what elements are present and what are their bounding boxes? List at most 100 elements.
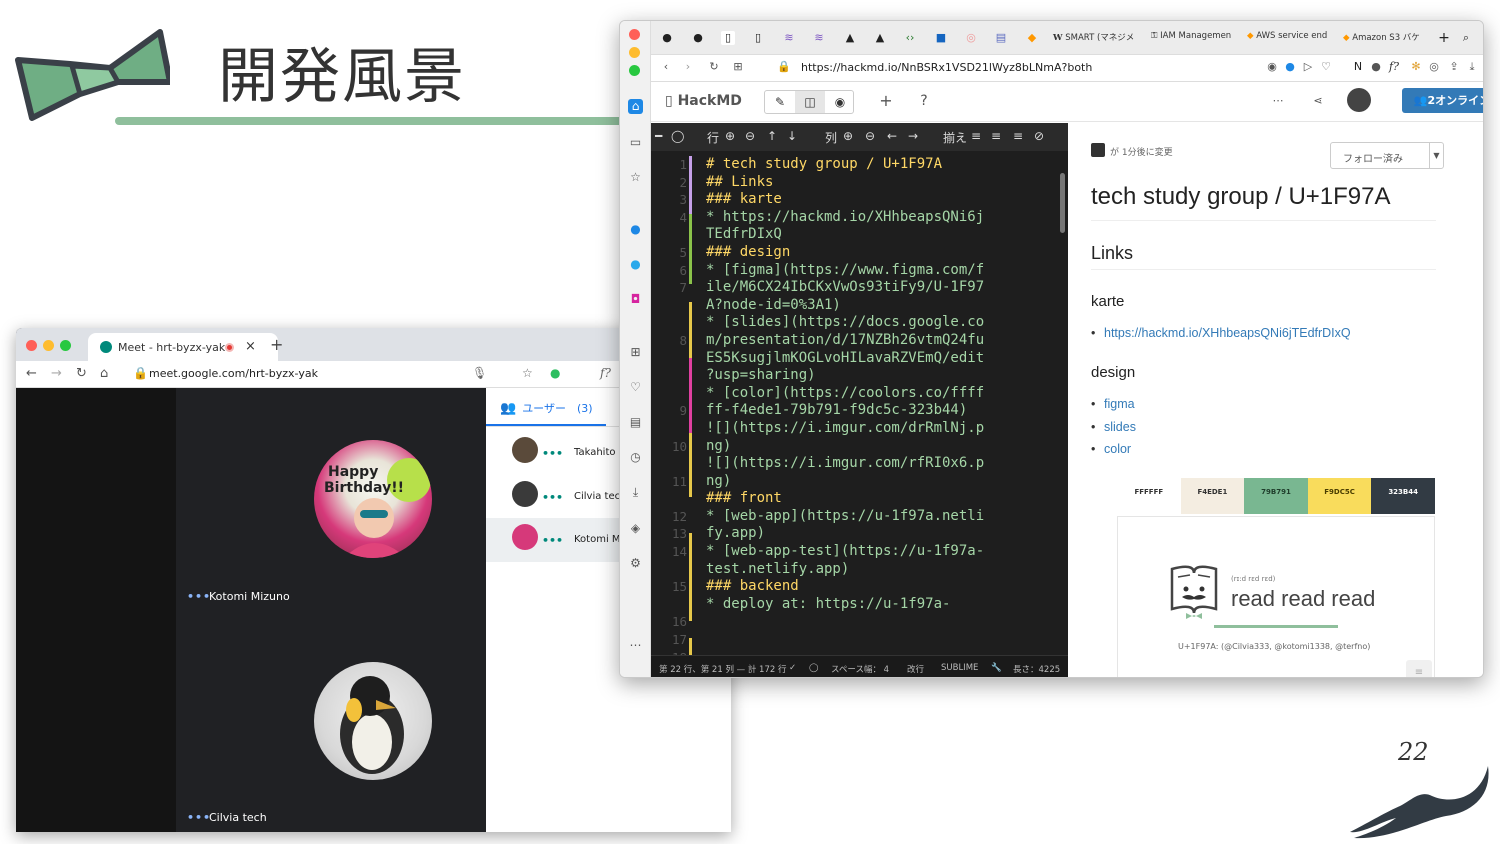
- both-mode-columns-icon[interactable]: ◫: [795, 91, 825, 113]
- new-tab-button[interactable]: +: [1437, 31, 1451, 45]
- code-line[interactable]: m/presentation/d/17NZBh26vtmQ24fu: [706, 332, 1051, 350]
- code-line[interactable]: ### backend: [706, 578, 1051, 596]
- browser-tab[interactable]: W SMART (マネジメ: [1053, 31, 1134, 43]
- code-line[interactable]: ### front: [706, 490, 1051, 508]
- extension-icon[interactable]: f?: [1387, 60, 1401, 74]
- markdown-editor[interactable]: ━ ◯ 行 ⊕ ⊖ ↑ ↓ 列 ⊕ ⊖ ← → 揃え ≡ ≡ ≡ ⊘ 1234 …: [651, 123, 1068, 677]
- row-down-icon[interactable]: ↓: [787, 129, 797, 143]
- newline-mode[interactable]: 改行: [907, 663, 924, 675]
- code-line[interactable]: ile/M6CX24IbCKxVwOs93tiFy9/U-1F97: [706, 279, 1051, 297]
- reload-button[interactable]: ↻: [707, 60, 721, 74]
- code-line[interactable]: ?usp=sharing): [706, 367, 1051, 385]
- swirl-tab-icon[interactable]: ◎: [964, 31, 978, 45]
- grid-icon[interactable]: ⊞: [731, 60, 745, 74]
- col-add-icon[interactable]: ⊕: [843, 129, 853, 143]
- color-link[interactable]: color: [1091, 442, 1131, 456]
- new-note-plus-icon[interactable]: +: [879, 93, 893, 109]
- code-line[interactable]: * [slides](https://docs.google.co: [706, 314, 1051, 332]
- align-none-icon[interactable]: ⊘: [1034, 129, 1044, 143]
- grad-tab-icon[interactable]: ■: [934, 31, 948, 45]
- close-window-button[interactable]: [629, 29, 640, 40]
- home-button[interactable]: ⌂: [100, 366, 108, 381]
- download-icon[interactable]: ⤓: [1465, 60, 1479, 74]
- code-line[interactable]: ![](https://i.imgur.com/rfRI0x6.p: [706, 455, 1051, 473]
- shield-icon[interactable]: ●: [1283, 60, 1297, 74]
- code-line[interactable]: * [color](https://coolors.co/ffff: [706, 385, 1051, 403]
- settings-icon[interactable]: ⚙: [628, 556, 643, 571]
- editor-scrollbar[interactable]: [1060, 173, 1065, 233]
- telegram-icon[interactable]: ●: [628, 257, 643, 272]
- code-line[interactable]: * [web-app-test](https://u-1f97a-: [706, 543, 1051, 561]
- participants-tab[interactable]: 👥 ユーザー (3): [500, 400, 593, 416]
- toc-menu-icon[interactable]: ≡: [1406, 660, 1432, 677]
- back-button[interactable]: ←: [26, 366, 37, 381]
- code-line[interactable]: test.netlify.app): [706, 561, 1051, 579]
- minimize-window-button[interactable]: [629, 47, 640, 58]
- comment-icon[interactable]: ◯: [671, 129, 684, 143]
- align-center-icon[interactable]: ≡: [991, 129, 1001, 143]
- stack-tab-icon[interactable]: ≋: [812, 31, 826, 45]
- drive-tab-icon[interactable]: ▲: [873, 31, 887, 45]
- document-tab-icon[interactable]: ▯: [751, 31, 765, 45]
- code-tab-icon[interactable]: ‹›: [903, 31, 917, 45]
- eye-icon[interactable]: ◎: [1427, 60, 1441, 74]
- chevron-down-icon[interactable]: ▼: [1429, 143, 1443, 168]
- code-line[interactable]: A?node-id=0%3A1): [706, 297, 1051, 315]
- follow-button[interactable]: フォロー済み ▼: [1330, 142, 1444, 169]
- code-line[interactable]: ### design: [706, 244, 1051, 262]
- code-line[interactable]: # tech study group / U+1F97A: [706, 156, 1051, 174]
- briefcase-icon[interactable]: ▭: [628, 135, 643, 150]
- row-remove-icon[interactable]: ⊖: [745, 129, 755, 143]
- drive-tab-icon[interactable]: ▲: [843, 31, 857, 45]
- code-line[interactable]: * deploy at: https://u-1f97a-: [706, 596, 1051, 614]
- new-tab-button[interactable]: +: [270, 335, 283, 354]
- aws-tab-icon[interactable]: ◆: [1025, 31, 1039, 45]
- more-icon[interactable]: ⋯: [628, 638, 643, 653]
- box-icon[interactable]: ◈: [628, 521, 643, 536]
- wrench-icon[interactable]: 🔧: [991, 663, 1002, 673]
- instagram-icon[interactable]: ◘: [628, 292, 643, 307]
- col-remove-icon[interactable]: ⊖: [865, 129, 875, 143]
- code-line[interactable]: * https://hackmd.io/XHhbeapsQNi6j: [706, 209, 1051, 227]
- row-up-icon[interactable]: ↑: [767, 129, 777, 143]
- code-line[interactable]: fy.app): [706, 525, 1051, 543]
- menu-icon[interactable]: ≡: [1483, 60, 1484, 74]
- share-icon[interactable]: ⇪: [1447, 60, 1461, 74]
- tab-close-button[interactable]: ×: [245, 339, 256, 354]
- hr-icon[interactable]: ━: [655, 129, 662, 143]
- extension-icon[interactable]: f?: [600, 366, 611, 380]
- code-area[interactable]: # tech study group / U+1F97A ## Links ### …: [706, 156, 1051, 651]
- star-icon[interactable]: ☆: [522, 366, 533, 380]
- minimize-window-button[interactable]: [43, 340, 54, 351]
- code-line[interactable]: ### karte: [706, 191, 1051, 209]
- apps-icon[interactable]: ⊞: [628, 345, 643, 360]
- code-line[interactable]: ES5KsugjlmKOGLvoHILavaRZVEmQ/edit: [706, 350, 1051, 368]
- meet-url[interactable]: meet.google.com/hrt-byzx-yak: [149, 367, 318, 380]
- code-line[interactable]: ng): [706, 438, 1051, 456]
- evernote-icon[interactable]: ●: [550, 366, 560, 380]
- code-line[interactable]: ## Links: [706, 174, 1051, 192]
- search-icon[interactable]: ⌕: [1459, 31, 1473, 45]
- github-tab-icon[interactable]: ●: [691, 31, 705, 45]
- code-line[interactable]: ng): [706, 473, 1051, 491]
- help-icon[interactable]: ?: [917, 94, 931, 108]
- download-icon[interactable]: ⤓: [628, 485, 643, 500]
- browser-tab[interactable]: ◆ AWS service end: [1247, 31, 1327, 41]
- align-right-icon[interactable]: ≡: [1013, 129, 1023, 143]
- figma-link[interactable]: figma: [1091, 397, 1134, 411]
- close-window-button[interactable]: [26, 340, 37, 351]
- github-tab-icon[interactable]: ●: [660, 31, 674, 45]
- reload-button[interactable]: ↻: [76, 366, 87, 381]
- stack-tab-icon[interactable]: ≋: [782, 31, 796, 45]
- online-users-button[interactable]: 👥2オンライン: [1402, 88, 1483, 113]
- hackmd-url[interactable]: https://hackmd.io/NnBSRx1VSD21lWyz8bLNmA…: [801, 61, 1092, 74]
- code-line[interactable]: * [web-app](https://u-1f97a.netli: [706, 508, 1051, 526]
- col-left-icon[interactable]: ←: [887, 129, 897, 143]
- code-line[interactable]: TEdfrDIxQ: [706, 226, 1051, 244]
- history-icon[interactable]: ◷: [628, 450, 643, 465]
- heart-icon[interactable]: ♡: [1319, 60, 1333, 74]
- notion-icon[interactable]: N: [1351, 60, 1365, 74]
- view-mode-eye-icon[interactable]: ◉: [825, 91, 855, 113]
- evernote-icon[interactable]: ●: [1369, 60, 1383, 74]
- align-left-icon[interactable]: ≡: [971, 129, 981, 143]
